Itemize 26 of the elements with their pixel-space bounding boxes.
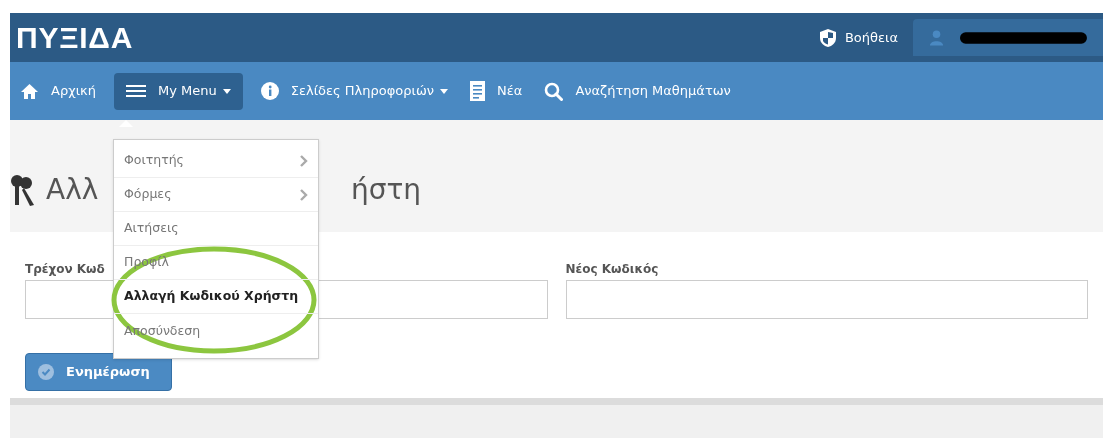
menu-item[interactable]: Αιτήσεις [114,212,318,246]
page-title: Αλλ [46,172,100,208]
document-icon [470,81,486,101]
field-label: Νέος Κωδικός [565,261,659,278]
home-icon [20,82,39,100]
nav-item[interactable]: Νέα [466,72,527,110]
field-label: Τρέχον Κωδ [25,261,105,278]
menu-item[interactable]: Φόρμες [114,178,318,212]
nav-item[interactable]: Αρχική [16,72,100,110]
search-icon [544,81,564,101]
nav-item[interactable]: Αναζήτηση Μαθημάτων [540,72,735,110]
logo[interactable]: ΠΥΞΙΔΑ [16,15,134,60]
check-icon [38,364,54,380]
menu-icon [125,84,146,98]
help-link[interactable]: Βοήθεια [844,27,898,48]
user-panel[interactable] [913,19,1103,56]
shield-icon [818,27,837,48]
update-button[interactable]: Ενημέρωση [25,353,172,391]
menu-item[interactable]: Φοιτητής [114,144,318,178]
page-title: ήστη [351,172,422,208]
nav-item[interactable]: Σελίδες Πληροφοριών [256,72,453,110]
keys-icon [10,173,36,207]
password-field[interactable] [565,280,1088,319]
menu-item[interactable]: Αλλαγή Κωδικού Χρήστη [114,280,318,314]
info-icon [260,82,279,100]
user-icon [929,28,945,47]
